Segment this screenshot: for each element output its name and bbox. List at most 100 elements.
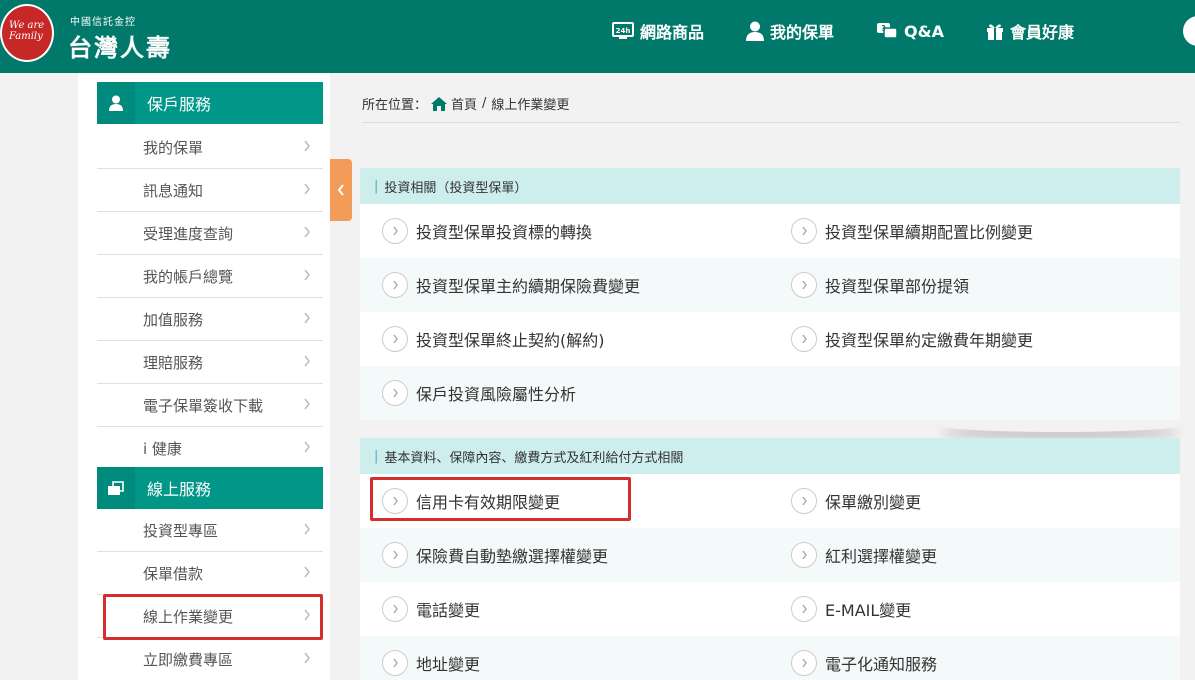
we-are-family-logo[interactable]: We are Family — [0, 4, 54, 62]
chevron-circle-icon — [382, 272, 408, 298]
chevron-circle-icon — [791, 596, 817, 622]
gift-icon — [986, 24, 1003, 40]
chevron-right-icon — [304, 441, 310, 453]
list-item[interactable]: 電話變更 — [382, 582, 480, 636]
chevron-circle-icon — [791, 488, 817, 514]
sidebar-section-online-service[interactable]: 線上服務 — [97, 467, 323, 509]
list-item-label: 投資型保單部份提領 — [825, 277, 970, 296]
nav-qa[interactable]: ? Q&A — [876, 18, 944, 44]
sidebar-item-label: 理賠服務 — [143, 353, 204, 372]
breadcrumb-separator: / — [482, 96, 487, 111]
chevron-right-icon — [304, 226, 310, 238]
list-item-label: 投資型保單主約續期保險費變更 — [416, 277, 641, 296]
list-item-label: 地址變更 — [416, 655, 481, 674]
logo-title[interactable]: 台灣人壽 — [68, 28, 172, 63]
chevron-right-icon — [304, 652, 310, 664]
header-edge-button[interactable] — [1183, 16, 1195, 46]
chevron-circle-icon — [791, 326, 817, 352]
logo-subtitle: 中國信託金控 — [70, 17, 136, 28]
sidebar-section-policyholder[interactable]: 保戶服務 — [97, 82, 323, 124]
sidebar-item-notifications[interactable]: 訊息通知 — [97, 169, 323, 212]
list-item[interactable]: E-MAIL變更 — [791, 582, 911, 636]
sidebar-item-account-overview[interactable]: 我的帳戶總覽 — [97, 255, 323, 298]
list-item-label: 投資型保單續期配置比例變更 — [825, 223, 1034, 242]
chevron-right-icon — [304, 398, 310, 410]
chevron-right-icon — [304, 355, 310, 367]
sidebar-item-value-added[interactable]: 加值服務 — [97, 298, 323, 341]
table-row: 保戶投資風險屬性分析 — [360, 366, 1180, 420]
nav-member-benefits[interactable]: 會員好康 — [986, 18, 1074, 44]
sidebar-item-label: 保單借款 — [143, 564, 204, 583]
table-row: 電話變更 E-MAIL變更 — [360, 582, 1180, 636]
sidebar-collapse-button[interactable] — [330, 159, 352, 221]
home-icon — [431, 96, 448, 111]
nav-label: 網路商品 — [640, 23, 705, 42]
panel-header-bar: | — [374, 448, 379, 464]
sidebar-item-instant-payment[interactable]: 立即繳費專區 — [97, 638, 323, 680]
panel-title: 投資相關（投資型保單） — [384, 180, 528, 196]
top-header: We are Family 中國信託金控 台灣人壽 24h 網路商品 我的保單 … — [0, 0, 1195, 73]
list-item-label: 保戶投資風險屬性分析 — [416, 385, 577, 404]
sidebar-item-label: 訊息通知 — [143, 181, 204, 200]
list-item-label: E-MAIL變更 — [825, 601, 912, 620]
panel-investment: | 投資相關（投資型保單） 投資型保單投資標的轉換 投資型保單續期配置比例變更 投… — [360, 168, 1180, 420]
list-item-label: 保單繳別變更 — [825, 493, 922, 512]
sidebar-item-label: 我的帳戶總覽 — [143, 267, 234, 286]
svg-text:?: ? — [881, 24, 886, 33]
list-item[interactable]: 紅利選擇權變更 — [791, 528, 937, 582]
sidebar-item-investment-zone[interactable]: 投資型專區 — [97, 509, 323, 552]
chevron-circle-icon — [382, 326, 408, 352]
list-item[interactable]: 保單繳別變更 — [791, 474, 921, 528]
list-item[interactable]: 保險費自動墊繳選擇權變更 — [382, 528, 608, 582]
table-row: 保險費自動墊繳選擇權變更 紅利選擇權變更 — [360, 528, 1180, 582]
chevron-right-icon — [304, 312, 310, 324]
list-item-label: 投資型保單終止契約(解約) — [416, 331, 605, 350]
nav-online-products[interactable]: 24h 網路商品 — [612, 18, 704, 44]
chevron-circle-icon — [382, 542, 408, 568]
list-item[interactable]: 投資型保單主約續期保險費變更 — [382, 258, 640, 312]
highlight-box-online-change — [103, 594, 323, 640]
chevron-right-icon — [304, 566, 310, 578]
chevron-right-icon — [304, 523, 310, 535]
list-item[interactable]: 投資型保單約定繳費年期變更 — [791, 312, 1033, 366]
chevron-circle-icon — [382, 380, 408, 406]
list-item[interactable]: 保戶投資風險屬性分析 — [382, 366, 576, 420]
list-item[interactable]: 電子化通知服務 — [791, 636, 937, 680]
sidebar-section-title: 線上服務 — [147, 480, 212, 499]
logo-mini-text: We are Family — [9, 20, 45, 42]
panel-basic-info-header: | 基本資料、保障內容、繳費方式及紅利給付方式相關 — [360, 438, 1180, 474]
sidebar-item-i-health[interactable]: i 健康 — [97, 427, 323, 470]
nav-my-policy[interactable]: 我的保單 — [746, 18, 834, 44]
sidebar-item-label: 投資型專區 — [143, 521, 219, 540]
sidebar-item-label: i 健康 — [143, 440, 182, 458]
list-item-label: 紅利選擇權變更 — [825, 547, 938, 566]
list-item[interactable]: 地址變更 — [382, 636, 480, 680]
breadcrumb-home[interactable]: 首頁 — [451, 94, 477, 113]
sidebar-section-title: 保戶服務 — [147, 95, 212, 114]
list-item[interactable]: 投資型保單部份提領 — [791, 258, 969, 312]
list-item[interactable]: 投資型保單投資標的轉換 — [382, 204, 592, 258]
list-item[interactable]: 投資型保單續期配置比例變更 — [791, 204, 1033, 258]
chevron-right-icon — [304, 140, 310, 152]
sidebar-item-claims[interactable]: 理賠服務 — [97, 341, 323, 384]
top-navigation: 24h 網路商品 我的保單 ? Q&A 會員好康 — [612, 18, 1116, 44]
sidebar-item-my-policy[interactable]: 我的保單 — [97, 126, 323, 169]
chevron-right-icon — [304, 183, 310, 195]
qa-icon: ? — [877, 23, 898, 39]
panel-shadow — [940, 418, 1180, 432]
list-item-label: 電話變更 — [416, 601, 481, 620]
breadcrumb: 所在位置： 首頁 / 線上作業變更 — [362, 94, 569, 113]
chevron-circle-icon — [791, 272, 817, 298]
nav-label: Q&A — [904, 21, 944, 41]
sidebar-item-label: 我的保單 — [143, 138, 204, 157]
list-item[interactable]: 投資型保單終止契約(解約) — [382, 312, 605, 366]
sidebar-item-label: 立即繳費專區 — [143, 650, 234, 669]
sidebar-item-label: 電子保單簽收下載 — [143, 396, 264, 415]
sidebar-item-policy-loan[interactable]: 保單借款 — [97, 552, 323, 595]
list-item-label: 電子化通知服務 — [825, 655, 938, 674]
list-item-label: 投資型保單約定繳費年期變更 — [825, 331, 1034, 350]
sidebar-item-progress-query[interactable]: 受理進度查詢 — [97, 212, 323, 255]
panel-header-bar: | — [374, 178, 379, 194]
sidebar-item-e-policy-download[interactable]: 電子保單簽收下載 — [97, 384, 323, 427]
sidebar: 保戶服務 我的保單 訊息通知 受理進度查詢 我的帳戶總覽 加值服務 理賠服務 電… — [78, 73, 330, 680]
